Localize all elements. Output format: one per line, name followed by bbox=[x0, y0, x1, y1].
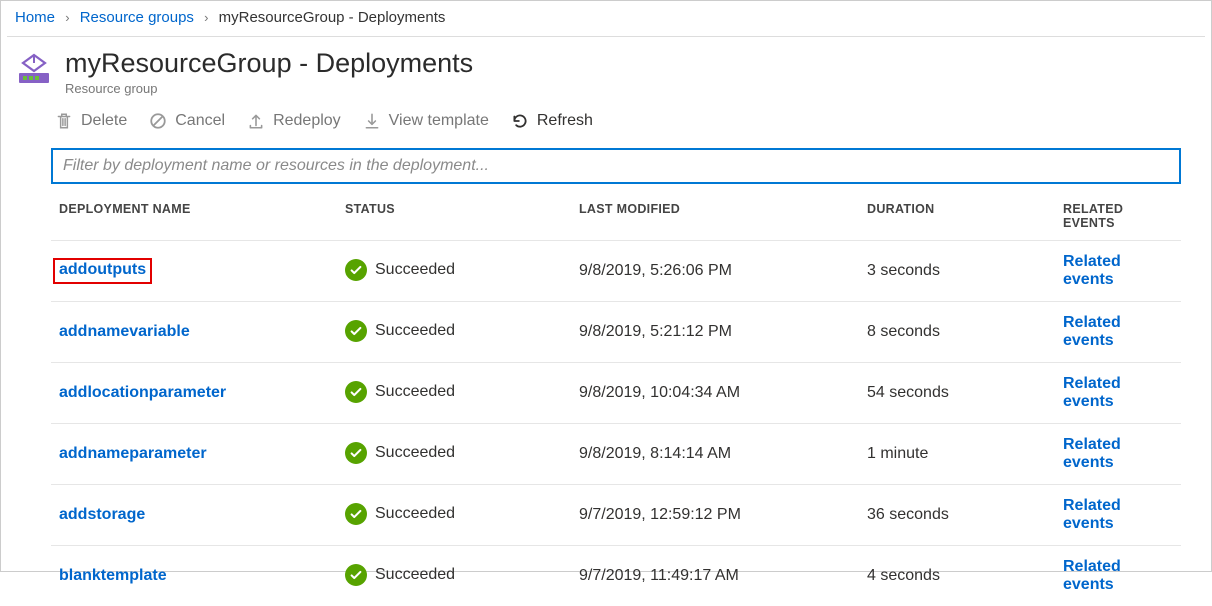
related-events-link[interactable]: Related events bbox=[1063, 314, 1121, 349]
delete-label: Delete bbox=[81, 112, 127, 130]
duration: 4 seconds bbox=[867, 567, 1063, 585]
last-modified: 9/8/2019, 8:14:14 AM bbox=[579, 445, 867, 463]
table-row: addlocationparameter Succeeded 9/8/2019, 1… bbox=[51, 362, 1181, 423]
refresh-button[interactable]: Refresh bbox=[511, 112, 593, 130]
deployments-table: DEPLOYMENT NAME STATUS LAST MODIFIED DUR… bbox=[51, 190, 1181, 606]
status-text: Succeeded bbox=[375, 444, 455, 462]
duration: 3 seconds bbox=[867, 262, 1063, 280]
check-circle-icon bbox=[345, 564, 367, 586]
status-text: Succeeded bbox=[375, 261, 455, 279]
chevron-right-icon: › bbox=[204, 10, 208, 25]
delete-button[interactable]: Delete bbox=[55, 112, 127, 130]
check-circle-icon bbox=[345, 320, 367, 342]
related-events-link[interactable]: Related events bbox=[1063, 436, 1121, 471]
download-icon bbox=[363, 112, 381, 130]
column-header-events[interactable]: RELATED EVENTS bbox=[1063, 202, 1173, 230]
related-events-link[interactable]: Related events bbox=[1063, 375, 1121, 410]
duration: 36 seconds bbox=[867, 506, 1063, 524]
deployment-link[interactable]: addnameparameter bbox=[59, 445, 207, 462]
deployment-link[interactable]: addstorage bbox=[59, 506, 145, 523]
breadcrumb-resource-groups[interactable]: Resource groups bbox=[80, 9, 194, 26]
last-modified: 9/8/2019, 5:21:12 PM bbox=[579, 323, 867, 341]
redeploy-button[interactable]: Redeploy bbox=[247, 112, 341, 130]
breadcrumb: Home › Resource groups › myResourceGroup… bbox=[1, 1, 1211, 36]
last-modified: 9/8/2019, 10:04:34 AM bbox=[579, 384, 867, 402]
check-circle-icon bbox=[345, 503, 367, 525]
duration: 54 seconds bbox=[867, 384, 1063, 402]
refresh-icon bbox=[511, 112, 529, 130]
filter-input[interactable] bbox=[51, 148, 1181, 184]
breadcrumb-home[interactable]: Home bbox=[15, 9, 55, 26]
check-circle-icon bbox=[345, 381, 367, 403]
column-header-modified[interactable]: LAST MODIFIED bbox=[579, 202, 867, 230]
status-text: Succeeded bbox=[375, 505, 455, 523]
command-bar: Delete Cancel Redeploy View template Ref… bbox=[7, 102, 1205, 142]
related-events-link[interactable]: Related events bbox=[1063, 497, 1121, 532]
prohibit-icon bbox=[149, 112, 167, 130]
duration: 1 minute bbox=[867, 445, 1063, 463]
check-circle-icon bbox=[345, 259, 367, 281]
deployment-link[interactable]: addnamevariable bbox=[59, 323, 190, 340]
deployment-link[interactable]: blanktemplate bbox=[59, 567, 167, 584]
related-events-link[interactable]: Related events bbox=[1063, 558, 1121, 593]
status-text: Succeeded bbox=[375, 322, 455, 340]
table-row: addnameparameter Succeeded 9/8/2019, 8:14:… bbox=[51, 423, 1181, 484]
chevron-right-icon: › bbox=[65, 10, 69, 25]
last-modified: 9/8/2019, 5:26:06 PM bbox=[579, 262, 867, 280]
table-row: addoutputs Succeeded 9/8/2019, 5:26:06 PM3… bbox=[51, 240, 1181, 301]
cancel-button[interactable]: Cancel bbox=[149, 112, 225, 130]
check-circle-icon bbox=[345, 442, 367, 464]
page-subtitle: Resource group bbox=[65, 81, 473, 96]
last-modified: 9/7/2019, 11:49:17 AM bbox=[579, 567, 867, 585]
page-title: myResourceGroup - Deployments bbox=[65, 49, 473, 79]
refresh-label: Refresh bbox=[537, 112, 593, 130]
view-template-label: View template bbox=[389, 112, 489, 130]
related-events-link[interactable]: Related events bbox=[1063, 253, 1121, 288]
column-header-status[interactable]: STATUS bbox=[345, 202, 579, 230]
resource-group-icon bbox=[15, 53, 53, 85]
highlight-box: addoutputs bbox=[53, 258, 152, 284]
column-header-duration[interactable]: DURATION bbox=[867, 202, 1063, 230]
column-header-name[interactable]: DEPLOYMENT NAME bbox=[59, 202, 345, 230]
table-row: blanktemplate Succeeded 9/7/2019, 11:49:17… bbox=[51, 545, 1181, 606]
last-modified: 9/7/2019, 12:59:12 PM bbox=[579, 506, 867, 524]
trash-icon bbox=[55, 112, 73, 130]
cancel-label: Cancel bbox=[175, 112, 225, 130]
deployment-link[interactable]: addlocationparameter bbox=[59, 384, 226, 401]
table-row: addnamevariable Succeeded 9/8/2019, 5:21:1… bbox=[51, 301, 1181, 362]
redeploy-label: Redeploy bbox=[273, 112, 341, 130]
upload-icon bbox=[247, 112, 265, 130]
duration: 8 seconds bbox=[867, 323, 1063, 341]
view-template-button[interactable]: View template bbox=[363, 112, 489, 130]
status-text: Succeeded bbox=[375, 566, 455, 584]
breadcrumb-current: myResourceGroup - Deployments bbox=[219, 9, 446, 26]
table-row: addstorage Succeeded 9/7/2019, 12:59:12 PM… bbox=[51, 484, 1181, 545]
status-text: Succeeded bbox=[375, 383, 455, 401]
deployment-link[interactable]: addoutputs bbox=[59, 261, 146, 278]
